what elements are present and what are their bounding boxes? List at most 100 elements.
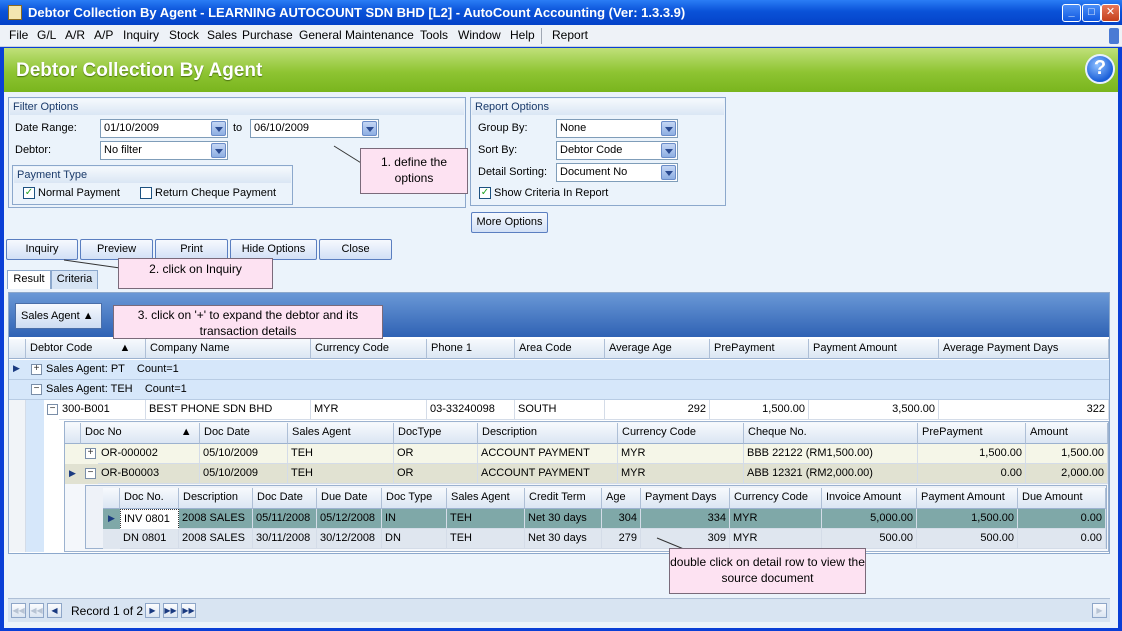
menu-general-maintenance[interactable]: General Maintenance — [299, 28, 414, 42]
first-record-icon[interactable]: ◀◀ — [11, 603, 26, 618]
col-currency-code[interactable]: Currency Code — [311, 339, 427, 359]
chevron-down-icon[interactable] — [661, 121, 676, 136]
menu-sales[interactable]: Sales — [207, 28, 237, 42]
collapse-minus-icon[interactable]: − — [47, 404, 58, 415]
prev-page-icon[interactable]: ◀◀ — [29, 603, 44, 618]
menu-purchase[interactable]: Purchase — [242, 28, 293, 42]
minimize-button[interactable]: _ — [1062, 4, 1081, 22]
col-payment-amount[interactable]: Payment Amount — [809, 339, 939, 359]
tab-criteria[interactable]: Criteria — [51, 270, 98, 289]
det-col-invoice-amount[interactable]: Invoice Amount — [822, 488, 917, 509]
sub-col-doctype[interactable]: DocType — [394, 423, 478, 444]
help-icon[interactable]: ? — [1085, 54, 1115, 84]
table-row[interactable]: − 300-B001 BEST PHONE SDN BHD MYR 03-332… — [44, 400, 1109, 420]
show-criteria-checkbox[interactable]: ✓ — [479, 187, 491, 199]
return-cheque-checkbox[interactable] — [140, 187, 152, 199]
det-col-payment-amount[interactable]: Payment Amount — [917, 488, 1018, 509]
sub-col-amount[interactable]: Amount — [1026, 423, 1108, 444]
menu-help[interactable]: Help — [510, 28, 535, 42]
expand-plus-icon[interactable]: + — [31, 364, 42, 375]
cell-due-date: 30/12/2008 — [317, 529, 382, 549]
close-button[interactable]: Close — [319, 239, 392, 260]
det-col-payment-days[interactable]: Payment Days — [641, 488, 730, 509]
col-prepayment[interactable]: PrePayment — [710, 339, 809, 359]
collapse-minus-icon[interactable]: − — [31, 384, 42, 395]
menu-overflow-chevron-icon[interactable] — [1109, 28, 1119, 44]
menu-window[interactable]: Window — [458, 28, 501, 42]
det-col-age[interactable]: Age — [602, 488, 641, 509]
scroll-right-icon[interactable]: ▶ — [1092, 603, 1107, 618]
hide-options-button[interactable]: Hide Options — [230, 239, 317, 260]
next-page-icon[interactable]: ▶▶ — [163, 603, 178, 618]
menu-stock[interactable]: Stock — [169, 28, 199, 42]
preview-button[interactable]: Preview — [80, 239, 153, 260]
close-window-button[interactable]: ✕ — [1101, 4, 1120, 22]
to-label: to — [233, 122, 243, 134]
det-col-currency-code[interactable]: Currency Code — [730, 488, 822, 509]
det-col-doc-date[interactable]: Doc Date — [253, 488, 317, 509]
detail-sorting-select[interactable]: Document No — [556, 163, 678, 182]
det-col-credit-term[interactable]: Credit Term — [525, 488, 602, 509]
menu-ap[interactable]: A/P — [94, 28, 113, 42]
det-col-doc-type[interactable]: Doc Type — [382, 488, 447, 509]
cell-amount: 2,000.00 — [1026, 464, 1108, 484]
cell-description: 2008 SALES — [179, 529, 253, 549]
sub-col-sales-agent[interactable]: Sales Agent — [288, 423, 394, 444]
sub-col-currency-code[interactable]: Currency Code — [618, 423, 744, 444]
date-to-picker[interactable]: 06/10/2009 — [250, 119, 379, 138]
chevron-down-icon[interactable] — [211, 143, 226, 158]
col-average-age[interactable]: Average Age — [605, 339, 710, 359]
menu-tools[interactable]: Tools — [420, 28, 448, 42]
table-row[interactable]: ▶ − OR-B00003 05/10/2009 TEH OR ACCOUNT … — [65, 464, 1108, 484]
col-average-payment-days[interactable]: Average Payment Days — [939, 339, 1109, 359]
det-col-doc-no[interactable]: Doc No. — [120, 488, 179, 509]
menu-inquiry[interactable]: Inquiry — [123, 28, 159, 42]
expand-plus-icon[interactable]: + — [85, 448, 96, 459]
prev-record-icon[interactable]: ◀ — [47, 603, 62, 618]
menu-gl[interactable]: G/L — [37, 28, 56, 42]
tab-result[interactable]: Result — [7, 270, 51, 289]
normal-payment-checkbox[interactable]: ✓ — [23, 187, 35, 199]
maximize-button[interactable]: □ — [1082, 4, 1101, 22]
sort-ascending-icon: ▲ — [82, 310, 94, 322]
sort-by-select[interactable]: Debtor Code — [556, 141, 678, 160]
det-col-sales-agent[interactable]: Sales Agent — [447, 488, 525, 509]
debtor-select[interactable]: No filter — [100, 141, 228, 160]
det-col-due-date[interactable]: Due Date — [317, 488, 382, 509]
sub-col-doc-date[interactable]: Doc Date — [200, 423, 288, 444]
col-debtor-code[interactable]: Debtor Code ▲ — [26, 339, 146, 359]
col-area-code[interactable]: Area Code — [515, 339, 605, 359]
det-col-description[interactable]: Description — [179, 488, 253, 509]
sub-col-description[interactable]: Description — [478, 423, 618, 444]
det-col-due-amount[interactable]: Due Amount — [1018, 488, 1106, 509]
last-record-icon[interactable]: ▶▶ — [181, 603, 196, 618]
group-column-sales-agent[interactable]: Sales Agent ▲ — [15, 303, 102, 329]
menu-ar[interactable]: A/R — [65, 28, 85, 42]
chevron-down-icon[interactable] — [661, 143, 676, 158]
sub-row-indicator-header — [65, 423, 81, 444]
table-row[interactable]: ▶ INV 0801 2008 SALES 05/11/2008 05/12/2… — [103, 509, 1106, 530]
group-by-select[interactable]: None — [556, 119, 678, 138]
col-phone-1[interactable]: Phone 1 — [427, 339, 515, 359]
date-from-picker[interactable]: 01/10/2009 — [100, 119, 228, 138]
chevron-down-icon[interactable] — [362, 121, 377, 136]
more-options-button[interactable]: More Options — [471, 212, 548, 233]
group-row-pt[interactable]: ▶ + Sales Agent: PT Count=1 — [9, 360, 1109, 380]
sub-col-cheque-no[interactable]: Cheque No. — [744, 423, 918, 444]
sub-col-prepayment[interactable]: PrePayment — [918, 423, 1026, 444]
table-row[interactable]: + OR-000002 05/10/2009 TEH OR ACCOUNT PA… — [65, 444, 1108, 464]
chevron-down-icon[interactable] — [661, 165, 676, 180]
menu-report[interactable]: Report — [552, 28, 588, 42]
date-to-value: 06/10/2009 — [254, 122, 310, 134]
inquiry-button[interactable]: Inquiry — [6, 239, 78, 260]
group-row-teh[interactable]: − Sales Agent: TEH Count=1 — [9, 380, 1109, 400]
print-button[interactable]: Print — [155, 239, 228, 260]
sub-col-doc-no[interactable]: Doc No ▲ — [81, 423, 200, 444]
menu-file[interactable]: File — [9, 28, 28, 42]
table-row[interactable]: DN 0801 2008 SALES 30/11/2008 30/12/2008… — [103, 529, 1106, 549]
next-record-icon[interactable]: ▶ — [145, 603, 160, 618]
chevron-down-icon[interactable] — [211, 121, 226, 136]
col-company-name[interactable]: Company Name — [146, 339, 311, 359]
collapse-minus-icon[interactable]: − — [85, 468, 96, 479]
cell-average-payment-days: 322 — [939, 400, 1109, 420]
